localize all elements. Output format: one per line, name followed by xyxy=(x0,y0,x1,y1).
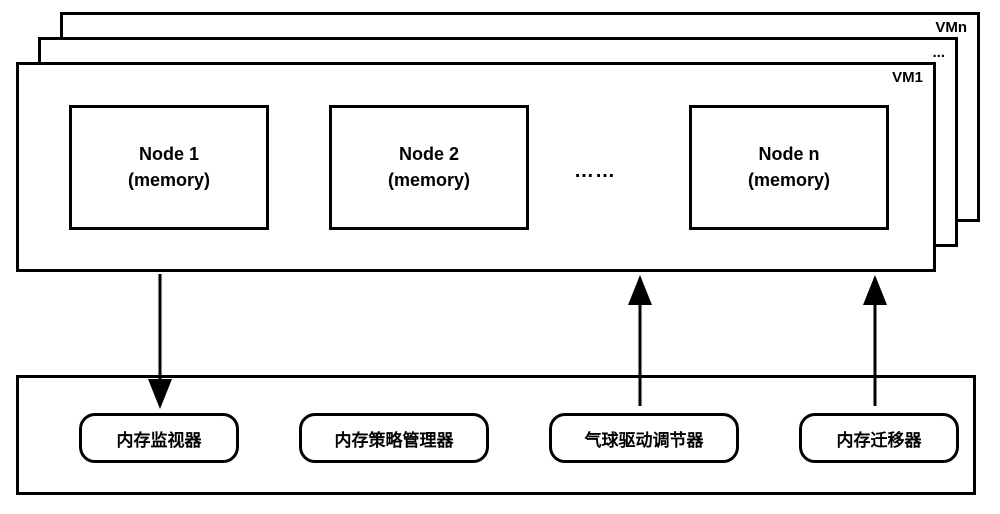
lower-panel: 内存监视器 内存策略管理器 气球驱动调节器 内存迁移器 xyxy=(16,375,976,495)
vm-label-mid: ... xyxy=(932,44,945,61)
module-memory-policy-manager-label: 内存策略管理器 xyxy=(335,426,454,451)
node-2-sub: (memory) xyxy=(388,168,470,193)
node-2: Node 2 (memory) xyxy=(329,105,529,230)
module-memory-monitor-label: 内存监视器 xyxy=(117,426,202,451)
vm-card-front: VM1 Node 1 (memory) Node 2 (memory) …… N… xyxy=(16,62,936,272)
node-n-title: Node n xyxy=(759,142,820,167)
node-1-sub: (memory) xyxy=(128,168,210,193)
node-n: Node n (memory) xyxy=(689,105,889,230)
diagram-canvas: VMn ... VM1 Node 1 (memory) Node 2 (memo… xyxy=(0,0,1000,514)
nodes-ellipsis: …… xyxy=(574,160,616,183)
module-balloon-driver-regulator: 气球驱动调节器 xyxy=(549,413,739,463)
node-1-title: Node 1 xyxy=(139,142,199,167)
vm-label-n: VMn xyxy=(935,19,967,36)
module-memory-monitor: 内存监视器 xyxy=(79,413,239,463)
module-memory-migrator: 内存迁移器 xyxy=(799,413,959,463)
node-1: Node 1 (memory) xyxy=(69,105,269,230)
node-n-sub: (memory) xyxy=(748,168,830,193)
vm-label-1: VM1 xyxy=(892,69,923,86)
node-2-title: Node 2 xyxy=(399,142,459,167)
module-memory-migrator-label: 内存迁移器 xyxy=(837,426,922,451)
module-memory-policy-manager: 内存策略管理器 xyxy=(299,413,489,463)
module-balloon-driver-regulator-label: 气球驱动调节器 xyxy=(585,426,704,451)
